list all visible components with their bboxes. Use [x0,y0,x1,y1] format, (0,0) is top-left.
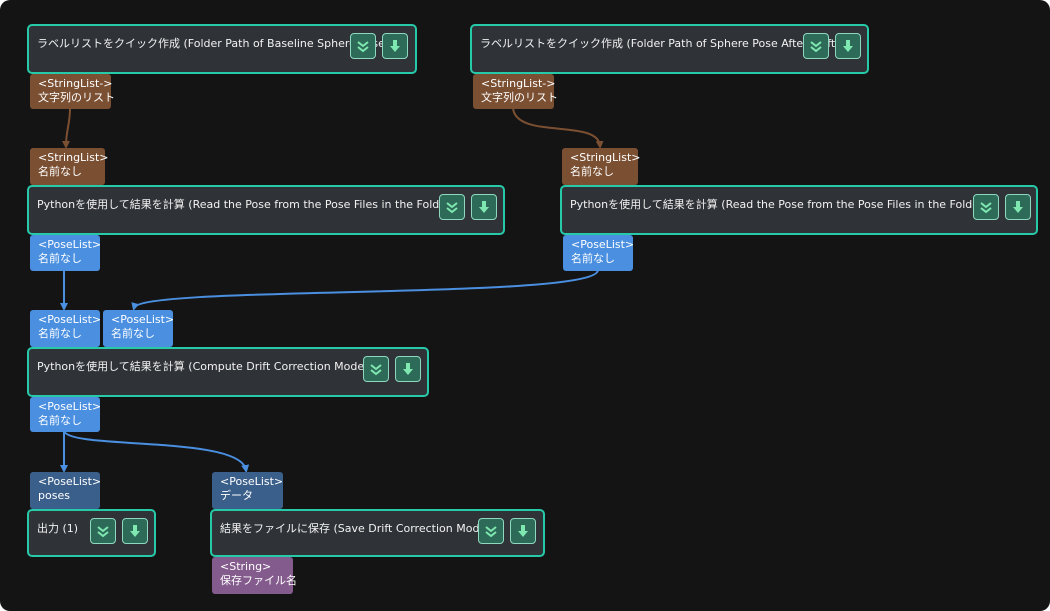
port-name: 名前なし [38,414,82,427]
port-type: <PoseList> [220,475,284,488]
output-port-poselist[interactable]: <PoseList> 名前なし [563,235,635,271]
chevron-double-down-icon [485,526,497,538]
expand-button[interactable] [90,518,116,544]
output-port-poselist[interactable]: <PoseList> 名前なし [30,235,102,271]
port-type: <StringList> [570,151,641,164]
port-type: <StringList> [38,151,109,164]
node-python-compute-drift-model[interactable]: Pythonを使用して結果を計算 (Compute Drift Correcti… [27,347,429,397]
port-type: <StringList-> [481,77,556,90]
arrow-down-icon [1013,201,1023,213]
expand-button[interactable] [363,356,389,382]
expand-button[interactable] [973,194,999,220]
expand-button[interactable] [803,33,829,59]
node-graph-canvas[interactable]: ラベルリストをクイック作成 (Folder Path of Baseline S… [0,0,1050,611]
port-name: 名前なし [571,252,615,265]
wire-compute-to-save[interactable] [63,430,250,473]
node-title: 出力 (1) [37,522,79,535]
input-port-stringlist[interactable]: <StringList> 名前なし [30,148,109,185]
port-type: <PoseList> [38,238,102,251]
run-button[interactable] [1005,194,1031,220]
node-title: Pythonを使用して結果を計算 (Read the Pose from the… [570,198,995,211]
wire-read-2-to-compute[interactable] [131,269,599,311]
param-port-string[interactable]: <String> 保存ファイル名 [212,557,297,594]
arrow-down-icon [130,525,140,537]
node-title: ラベルリストをクイック作成 (Folder Path of Baseline S… [37,37,390,50]
output-port-stringlist[interactable]: <StringList-> 文字列のリスト [473,74,558,109]
port-type: <PoseList> [38,313,102,326]
port-name: poses [38,489,70,502]
port-type: <PoseList> [111,313,175,326]
input-port-poselist-2[interactable]: <PoseList> 名前なし [103,310,175,347]
wire-label-list-1-to-read-1[interactable] [62,107,71,149]
wire-label-list-2-to-read-2[interactable] [512,107,604,149]
input-port-stringlist[interactable]: <StringList> 名前なし [562,148,641,185]
node-output[interactable]: 出力 (1) [27,509,156,557]
arrow-down-icon [479,201,489,213]
input-port-poselist-1[interactable]: <PoseList> 名前なし [30,310,102,347]
arrow-down-icon [843,40,853,52]
run-button[interactable] [835,33,861,59]
node-label-list-after-drift[interactable]: ラベルリストをクイック作成 (Folder Path of Sphere Pos… [470,24,869,74]
port-name: 保存ファイル名 [220,574,297,587]
port-type: <PoseList> [571,238,635,251]
expand-button[interactable] [350,33,376,59]
chevron-double-down-icon [446,202,458,214]
port-type: <StringList-> [38,77,113,90]
run-button[interactable] [471,194,497,220]
arrow-down-icon [403,363,413,375]
chevron-double-down-icon [810,41,822,53]
input-port-poselist[interactable]: <PoseList> poses [30,472,102,509]
port-name: 名前なし [111,327,155,340]
node-save-drift-model[interactable]: 結果をファイルに保存 (Save Drift Correction Model) [210,509,545,557]
port-name: 文字列のリスト [38,91,115,104]
node-python-read-folder1[interactable]: Pythonを使用して結果を計算 (Read the Pose from the… [27,185,505,235]
node-label-list-baseline[interactable]: ラベルリストをクイック作成 (Folder Path of Baseline S… [27,24,417,74]
chevron-double-down-icon [370,364,382,376]
port-name: 名前なし [38,252,82,265]
run-button[interactable] [122,518,148,544]
chevron-double-down-icon [97,526,109,538]
port-type: <PoseList> [38,400,102,413]
chevron-double-down-icon [980,202,992,214]
output-port-stringlist[interactable]: <StringList-> 文字列のリスト [30,74,115,109]
port-type: <PoseList> [38,475,102,488]
port-name: 名前なし [38,165,82,178]
run-button[interactable] [510,518,536,544]
expand-button[interactable] [439,194,465,220]
output-port-poselist[interactable]: <PoseList> 名前なし [30,397,102,432]
chevron-double-down-icon [357,41,369,53]
arrow-down-icon [390,40,400,52]
expand-button[interactable] [478,518,504,544]
node-title: 結果をファイルに保存 (Save Drift Correction Model) [220,522,494,535]
run-button[interactable] [382,33,408,59]
port-type: <String> [220,560,272,573]
port-name: 名前なし [570,165,614,178]
port-name: 文字列のリスト [481,91,558,104]
port-name: データ [220,489,253,502]
port-name: 名前なし [38,327,82,340]
node-title: ラベルリストをクイック作成 (Folder Path of Sphere Pos… [480,37,840,50]
input-port-poselist[interactable]: <PoseList> データ [212,472,283,509]
node-python-read-folder2[interactable]: Pythonを使用して結果を計算 (Read the Pose from the… [560,185,1038,235]
node-title: Pythonを使用して結果を計算 (Compute Drift Correcti… [37,360,372,373]
node-title: Pythonを使用して結果を計算 (Read the Pose from the… [37,198,462,211]
run-button[interactable] [395,356,421,382]
arrow-down-icon [518,525,528,537]
